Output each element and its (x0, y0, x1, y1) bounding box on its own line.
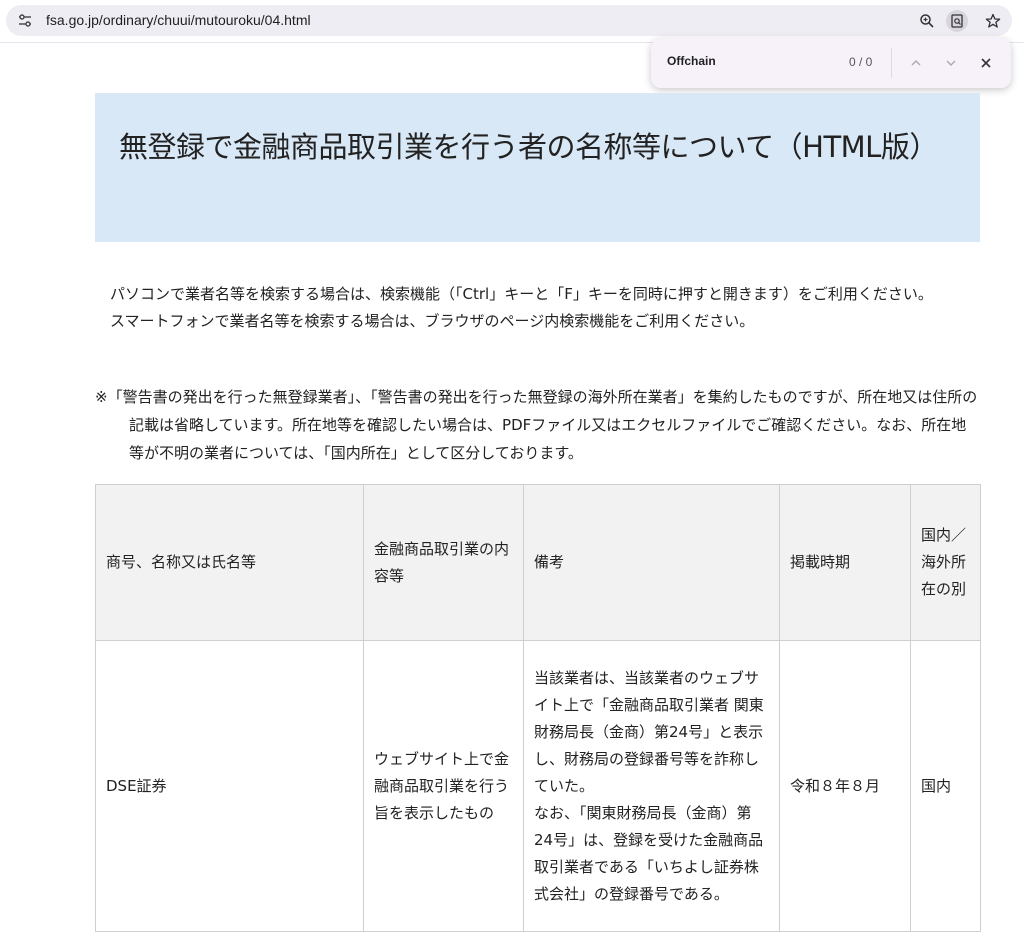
cell-location: 国内 (910, 640, 981, 932)
page-title: 無登録で金融商品取引業を行う者の名称等について（HTML版） (119, 130, 938, 164)
find-match-count: 0 / 0 (849, 55, 873, 69)
find-in-page-icon[interactable] (946, 10, 968, 32)
column-header-business: 金融商品取引業の内容等 (363, 484, 524, 641)
address-bar[interactable]: fsa.go.jp/ordinary/chuui/mutouroku/04.ht… (6, 5, 1012, 36)
star-icon[interactable] (982, 10, 1004, 32)
intro-pc-text: パソコンで業者名等を検索する場合は、検索機能（「Ctrl」キーと「F」キーを同時… (110, 285, 933, 303)
column-header-remarks: 備考 (523, 484, 780, 641)
chevron-down-icon[interactable] (939, 51, 963, 75)
cell-period: 令和８年８月 (779, 640, 911, 932)
remarks-text-1: 当該業者は、当該業者のウェブサイト上で「金融商品取引業者 関東財務局長（金商）第… (534, 668, 764, 795)
page-header: 無登録で金融商品取引業を行う者の名称等について（HTML版） (95, 93, 980, 242)
find-divider (891, 48, 892, 78)
cell-remarks: 当該業者は、当該業者のウェブサイト上で「金融商品取引業者 関東財務局長（金商）第… (523, 640, 780, 932)
zoom-in-icon[interactable] (916, 10, 938, 32)
intro-section: パソコンで業者名等を検索する場合は、検索機能（「Ctrl」キーと「F」キーを同時… (95, 281, 980, 335)
cell-name: DSE証券 (95, 640, 364, 932)
note-text: ※「警告書の発出を行った無登録業者」、「警告書の発出を行った無登録の海外所在業者… (95, 388, 978, 462)
column-header-period: 掲載時期 (779, 484, 911, 641)
find-bar: Offchain 0 / 0 (651, 38, 1011, 88)
tune-icon[interactable] (17, 13, 33, 29)
unregistered-business-table: 商号、名称又は氏名等 金融商品取引業の内容等 備考 掲載時期 国内／海外所在の別… (95, 484, 981, 932)
cell-business: ウェブサイト上で金融商品取引業を行う旨を表示したもの (363, 640, 524, 932)
remarks-text-2: なお、「関東財務局長（金商）第24号」は、登録を受けた金融商品取引業者である「い… (534, 803, 764, 903)
chevron-up-icon[interactable] (904, 51, 928, 75)
intro-smartphone-text: スマートフォンで業者名等を検索する場合は、ブラウザのページ内検索機能をご利用くだ… (110, 312, 755, 330)
find-input[interactable]: Offchain (667, 54, 716, 68)
url-text[interactable]: fsa.go.jp/ordinary/chuui/mutouroku/04.ht… (46, 12, 311, 28)
column-header-name: 商号、名称又は氏名等 (95, 484, 364, 641)
table-row: DSE証券 ウェブサイト上で金融商品取引業を行う旨を表示したもの 当該業者は、当… (95, 640, 981, 932)
browser-toolbar: fsa.go.jp/ordinary/chuui/mutouroku/04.ht… (0, 0, 1024, 43)
close-icon[interactable] (974, 51, 998, 75)
table-header-row: 商号、名称又は氏名等 金融商品取引業の内容等 備考 掲載時期 国内／海外所在の別 (95, 484, 981, 641)
column-header-location: 国内／海外所在の別 (910, 484, 981, 641)
